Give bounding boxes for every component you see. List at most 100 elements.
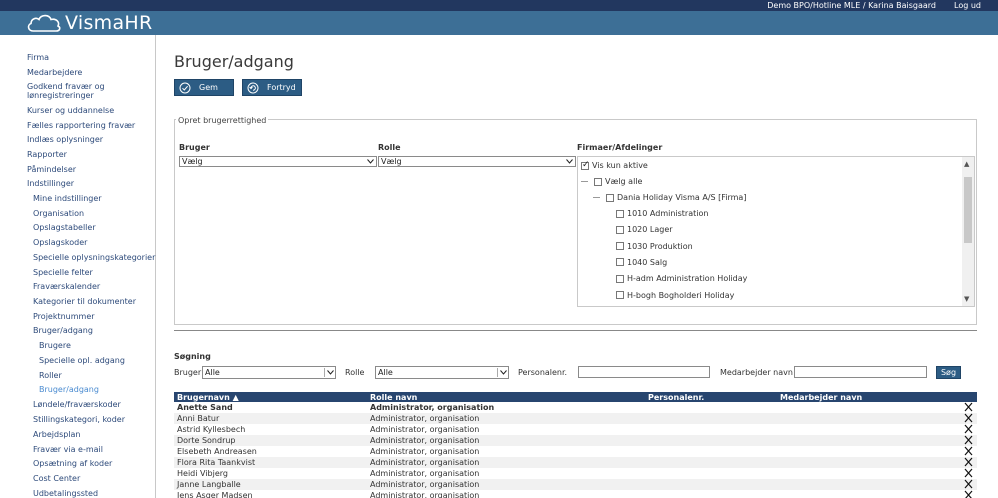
delete-icon[interactable] [964,435,973,445]
firms-tree[interactable]: Vis kun aktive Vælg alle Dania Holiday V… [577,156,975,307]
cell-username: Jens Asger Madsen [177,491,253,498]
search-personalnr-label: Personalenr. [518,368,568,377]
header-employee[interactable]: Medarbejder navn [780,393,862,402]
cell-username: Heidi Vibjerg [177,469,228,478]
delete-icon[interactable] [964,468,973,478]
sidebar-item[interactable]: Fælles rapportering fravær [27,121,135,130]
table-row[interactable]: Anni Batur Administrator, organisation [174,413,977,424]
header-username[interactable]: Brugernavn ▲ [177,393,239,402]
cancel-button[interactable]: Fortryd [242,79,302,96]
delete-icon[interactable] [964,457,973,467]
sidebar-item[interactable]: Arbejdsplan [33,430,81,439]
delete-icon[interactable] [964,402,973,412]
search-role-select[interactable]: Alle [375,366,509,379]
header: VismaHR [0,11,998,35]
cell-role: Administrator, organisation [370,480,480,489]
sidebar-item[interactable]: Opslagskoder [33,238,87,247]
only-active-row[interactable]: Vis kun aktive [581,160,648,170]
sidebar-item[interactable]: Kategorier til dokumenter [33,297,136,306]
delete-icon[interactable] [964,446,973,456]
scroll-up-icon[interactable]: ▲ [964,160,969,168]
tree-child-checkbox[interactable] [616,274,624,283]
tree-line [593,197,600,198]
sidebar-item[interactable]: Organisation [33,209,84,218]
sidebar-item[interactable]: Påmindelser [27,165,76,174]
sidebar-item[interactable]: Mine indstillinger [33,194,102,203]
sidebar-item[interactable]: Stillingskategori, koder [33,415,125,424]
logo[interactable]: VismaHR [26,12,153,34]
sidebar-item[interactable]: Specielle opl. adgang [39,356,125,365]
sidebar-item[interactable]: Udbetalingssted [33,489,98,498]
sidebar-item[interactable]: Specielle oplysningskategorier [33,253,155,262]
sidebar-item[interactable]: Firma [27,53,49,62]
tree-scrollbar[interactable]: ▲ ▼ [962,157,974,306]
tree-root-checkbox[interactable] [606,193,614,202]
sidebar-item[interactable]: Godkend fravær og [27,82,105,91]
scroll-down-icon[interactable]: ▼ [964,295,969,303]
tree-child-row[interactable]: H-bogh Bogholderi Holiday [616,291,734,300]
tree-root-row[interactable]: Dania Holiday Visma A/S [Firma] [593,193,746,202]
tree-child-checkbox[interactable] [616,242,624,251]
sidebar-item[interactable]: Løndele/fraværskoder [33,400,121,409]
sidebar-item[interactable]: Fraværskalender [33,282,100,291]
user-select[interactable]: Vælg [179,156,377,167]
table-row[interactable]: Janne Langballe Administrator, organisati… [174,479,977,490]
sidebar-item[interactable]: Brugere [39,341,71,350]
sidebar-item[interactable]: Opsætning af koder [33,459,112,468]
delete-icon[interactable] [964,490,973,498]
sidebar-item[interactable]: Bruger/adgang [39,385,99,394]
sidebar-item[interactable]: Bruger/adgang [33,326,93,335]
tree-child-row[interactable]: 1010 Administration [616,209,708,218]
select-all-row[interactable]: Vælg alle [581,177,642,186]
header-role[interactable]: Rolle navn [370,393,417,402]
cell-username: Anette Sand [177,403,233,412]
search-user-select[interactable]: Alle [202,366,336,379]
only-active-label: Vis kun aktive [592,161,648,170]
tree-child-checkbox[interactable] [616,291,624,299]
table-row[interactable]: Anette Sand Administrator, organisation [174,402,977,413]
tree-child-row[interactable]: 1040 Salg [616,258,667,267]
table-row[interactable]: Jens Asger Madsen Administrator, organisa… [174,490,977,498]
tree-child-row[interactable]: 1020 Lager [616,225,673,234]
sidebar-item[interactable]: Medarbejdere [27,68,82,77]
tree-child-row[interactable]: H-adm Administration Holiday [616,274,747,283]
delete-icon[interactable] [964,424,973,434]
sidebar-item[interactable]: Specielle felter [33,268,93,277]
table-row[interactable]: Heidi Vibjerg Administrator, organisation [174,468,977,479]
sidebar-item[interactable]: Indlæs oplysninger [27,135,103,144]
sidebar-item[interactable]: Opslagstabeller [33,223,96,232]
user-label: Bruger [179,143,210,152]
sidebar-item[interactable]: Cost Center [33,474,80,483]
table-row[interactable]: Elsebeth Andreasen Administrator, organis… [174,446,977,457]
table-row[interactable]: Astrid Kyllesbech Administrator, organisa… [174,424,977,435]
cell-role: Administrator, organisation [370,491,480,498]
select-all-checkbox[interactable] [594,177,602,186]
sidebar-item[interactable]: Rapporter [27,150,67,159]
cloud-icon [27,14,61,32]
only-active-checkbox[interactable] [581,160,590,170]
logout-link[interactable]: Log ud [954,1,981,10]
save-button[interactable]: Gem [174,79,234,96]
tree-child-checkbox[interactable] [616,209,624,218]
users-table: Brugernavn ▲ Rolle navn Personalenr. Med… [174,392,977,498]
search-personalnr-input[interactable] [578,366,710,378]
sidebar-item[interactable]: Indstillinger [27,179,74,188]
tree-child-row[interactable]: 1030 Produktion [616,242,693,251]
delete-icon[interactable] [964,413,973,423]
search-employee-input[interactable] [794,366,927,378]
sidebar-item[interactable]: Roller [39,371,62,380]
header-personalnr[interactable]: Personalenr. [648,393,704,402]
scroll-thumb[interactable] [964,177,972,243]
sidebar-item[interactable]: Kurser og uddannelse [27,106,114,115]
role-select[interactable]: Vælg [378,156,576,167]
table-row[interactable]: Dorte Sondrup Administrator, organisation [174,435,977,446]
tree-child-checkbox[interactable] [616,258,624,267]
delete-icon[interactable] [964,479,973,489]
table-row[interactable]: Flora Rita Taankvist Administrator, organ… [174,457,977,468]
tree-child-checkbox[interactable] [616,225,624,234]
cancel-label: Fortryd [267,83,296,92]
search-button[interactable]: Søg [936,366,961,379]
sidebar-item[interactable]: Projektnummer [33,312,95,321]
sidebar-item[interactable]: lønregistreringer [27,91,94,100]
sidebar-item[interactable]: Fravær via e-mail [33,445,103,454]
